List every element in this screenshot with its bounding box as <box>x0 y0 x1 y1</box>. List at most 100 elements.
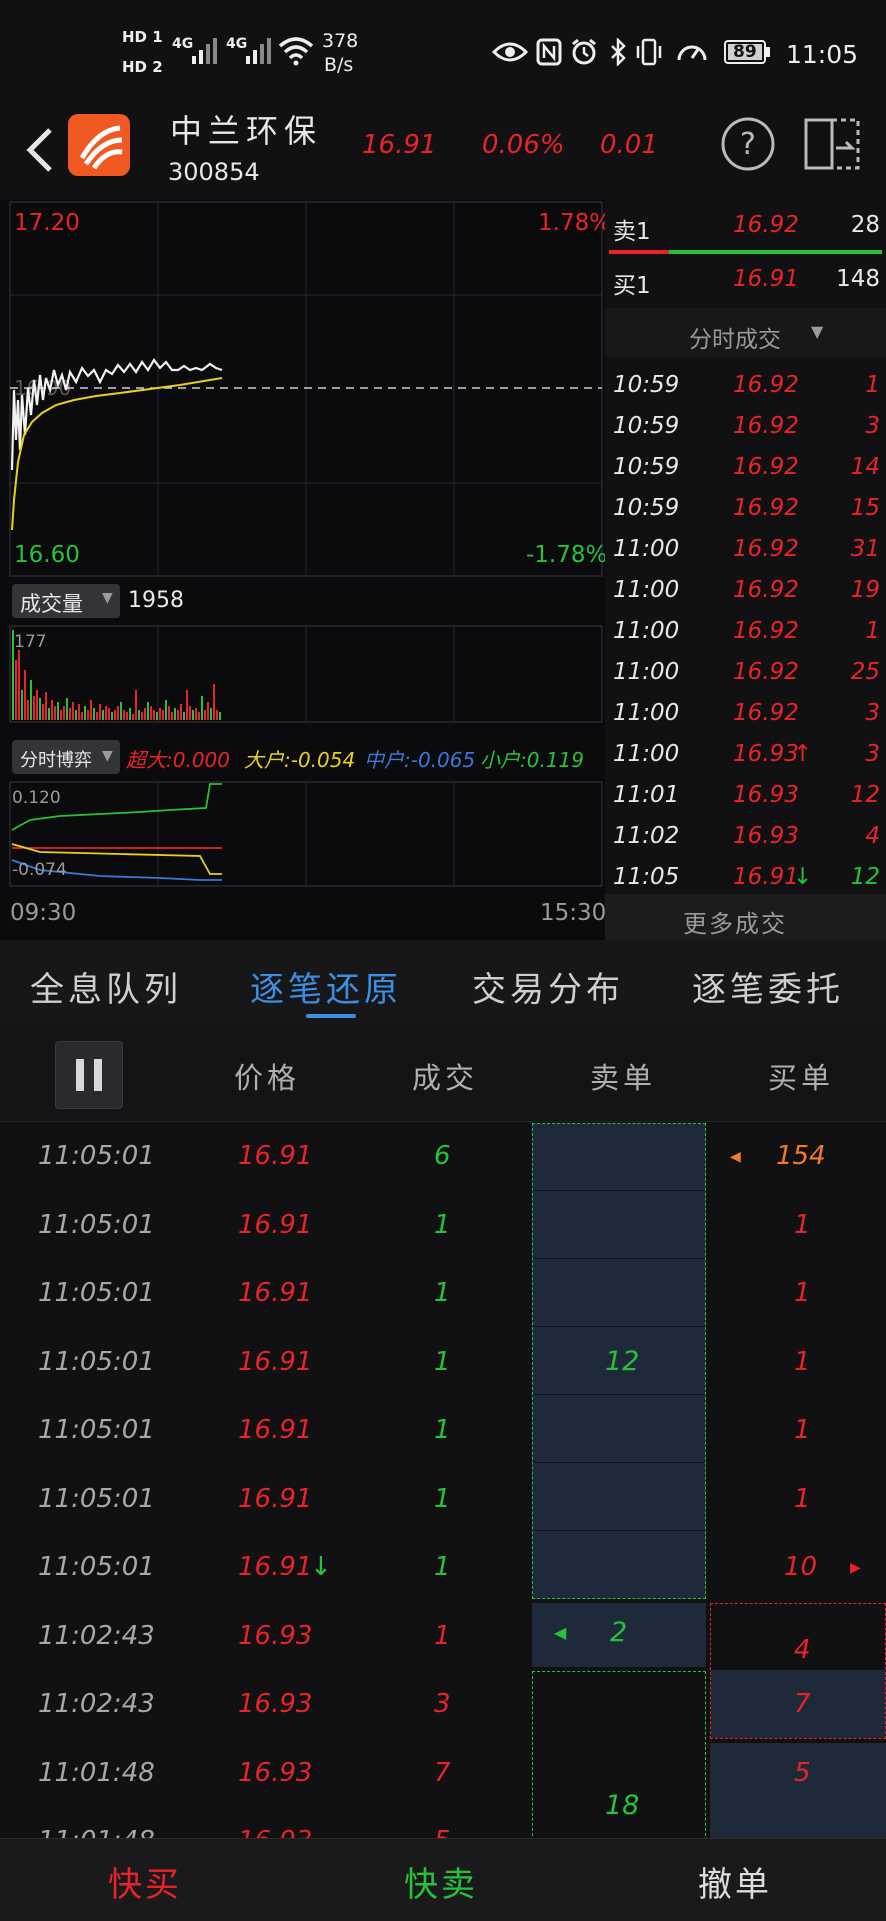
row-price: 16.91 <box>238 1278 313 1308</box>
price-marker-label: 16.90 <box>14 376 72 400</box>
tick-time: 10:59 <box>613 495 680 521</box>
volume-bar <box>84 706 86 720</box>
price-high-label: 17.20 <box>14 210 80 236</box>
header-deal: 成交 <box>412 1061 479 1095</box>
stock-code: 300854 <box>168 158 260 186</box>
quick-buy-button[interactable]: 快买 <box>108 1857 182 1906</box>
table-row: 11:05:01 16.91 1 ↓ <box>0 1534 886 1602</box>
volume-bar <box>21 690 23 720</box>
svg-text:?: ? <box>740 127 756 162</box>
tick-time: 10:59 <box>613 454 680 480</box>
more-trades-button[interactable]: 更多成交 <box>605 894 886 940</box>
pause-icon <box>76 1059 102 1091</box>
tab-trade-distribution[interactable]: 交易分布 <box>472 962 624 1011</box>
volume-bar <box>111 712 113 720</box>
flow-super-label: 超大:0.000 <box>126 748 230 772</box>
volume-bar <box>93 708 95 720</box>
buy-value: 1 <box>794 1483 811 1514</box>
quick-sell-button[interactable]: 快卖 <box>404 1857 478 1906</box>
row-price: 16.91 <box>238 1141 313 1171</box>
arrow-down-icon: ↓ <box>310 1552 332 1582</box>
bluetooth-icon <box>608 36 628 72</box>
tab-tick-restore[interactable]: 逐笔还原 <box>250 962 402 1011</box>
buy1-row[interactable]: 买1 16.91 148 <box>605 256 886 304</box>
back-button[interactable] <box>20 122 60 178</box>
sell1-vol: 28 <box>850 212 880 238</box>
tick-vol: 31 <box>850 536 880 562</box>
pause-button[interactable] <box>55 1041 123 1109</box>
table-row: 11:01:48 16.93 7 <box>0 1740 886 1808</box>
volume-selector[interactable]: 成交量 ▼ <box>12 584 120 618</box>
buy-value: 1 <box>794 1415 811 1445</box>
tick-time: 11:00 <box>613 700 680 726</box>
sell1-row[interactable]: 卖1 16.92 28 <box>605 200 886 248</box>
buy-value: 1 <box>794 1346 811 1377</box>
triangle-right-icon: ▶ <box>850 1560 861 1576</box>
header-price: 16.91 <box>362 130 437 160</box>
volume-bar <box>48 708 50 720</box>
volume-bar <box>69 708 71 720</box>
tick-row: 11:02 16.93 4 <box>605 817 886 857</box>
volume-bar <box>135 690 137 720</box>
volume-max-label: 177 <box>14 632 47 652</box>
dropdown-icon: ▼ <box>102 748 113 764</box>
buy-value: 1 <box>794 1278 811 1308</box>
tab-full-queue[interactable]: 全息队列 <box>30 962 182 1011</box>
volume-bar <box>87 710 89 720</box>
volume-bar <box>63 706 65 720</box>
flow-big-label: 大户:-0.054 <box>244 748 356 772</box>
buy-value: 10 <box>784 1552 818 1582</box>
row-deal: 5 <box>434 1826 451 1838</box>
volume-bar <box>198 712 200 720</box>
volume-bar <box>210 708 212 720</box>
volume-bar <box>132 714 134 720</box>
more-trades-label: 更多成交 <box>683 910 787 938</box>
detail-tabs: 全息队列 逐笔还原 交易分布 逐笔委托 <box>0 940 886 1026</box>
row-price: 16.91 <box>238 1483 313 1514</box>
help-button[interactable]: ? <box>720 116 776 172</box>
cancel-order-button[interactable]: 撤单 <box>698 1857 772 1906</box>
buy1-vol: 148 <box>836 266 880 292</box>
flow-selector[interactable]: 分时博弈 ▼ <box>12 740 120 774</box>
buy-value: 4 <box>794 1634 811 1665</box>
row-price: 16.93 <box>238 1689 313 1719</box>
question-icon: ? <box>721 117 775 171</box>
tick-price: 16.92 <box>733 618 799 644</box>
row-time: 11:02:43 <box>38 1689 155 1719</box>
row-time: 11:05:01 <box>38 1346 155 1377</box>
volume-bar <box>75 710 77 720</box>
hd1-indicator: HD 1 <box>122 28 163 46</box>
row-price: 16.93 <box>238 1757 313 1788</box>
volume-bar <box>15 660 17 720</box>
row-price: 16.91 <box>238 1552 313 1582</box>
row-time: 11:05:01 <box>38 1209 155 1240</box>
tick-time: 11:05 <box>613 864 680 890</box>
ticks-title-row[interactable]: 分时成交 ▼ <box>605 308 886 358</box>
net-speed: 378 <box>322 30 359 52</box>
intraday-chart[interactable]: 17.20 1.78% 16.90 16.60 -1.78% 成交量 ▼ 195… <box>0 200 611 940</box>
tick-vol: 19 <box>850 577 880 603</box>
switch-layout-button[interactable] <box>802 114 862 174</box>
tick-vol: 25 <box>850 659 880 685</box>
volume-bar <box>147 702 149 720</box>
row-deal: 1 <box>434 1552 451 1582</box>
tick-vol: 4 <box>865 823 880 849</box>
logo-icon <box>79 125 123 170</box>
tick-row: 11:00 16.93 ↑ 3 <box>605 735 886 775</box>
tab-tick-orders[interactable]: 逐笔委托 <box>692 962 844 1011</box>
table-row: 11:02:43 16.93 3 <box>0 1671 886 1739</box>
volume-bar <box>195 708 197 720</box>
tick-price: 16.92 <box>733 700 799 726</box>
volume-bar <box>78 704 80 720</box>
vibrate-icon <box>634 38 664 72</box>
buy-value: 154 <box>776 1141 826 1171</box>
row-deal: 7 <box>434 1757 451 1788</box>
buy-value: 1 <box>794 1209 811 1240</box>
table-row: 11:02:43 16.93 1 <box>0 1603 886 1671</box>
row-time: 11:05:01 <box>38 1552 155 1582</box>
volume-bar <box>168 706 170 720</box>
row-time: 11:05:01 <box>38 1278 155 1308</box>
dropdown-icon: ▼ <box>811 322 824 341</box>
flow-bottom-label: -0.074 <box>12 860 67 880</box>
volume-bar <box>180 704 182 720</box>
